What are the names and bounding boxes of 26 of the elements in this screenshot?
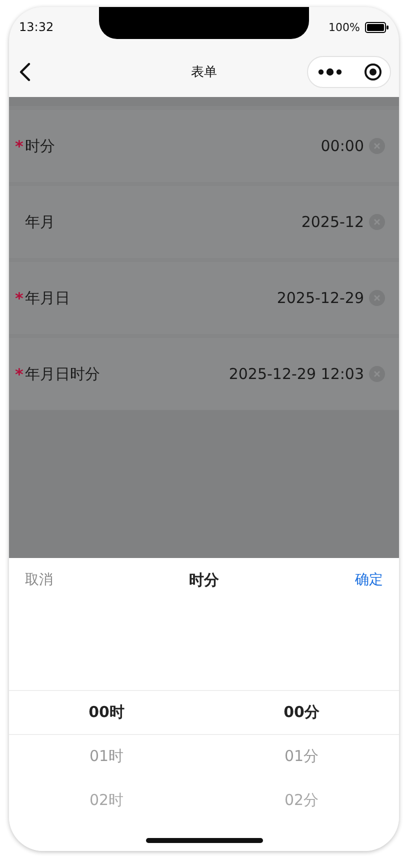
picker-option[interactable]: 00分: [204, 690, 399, 734]
form-row[interactable]: *年月日时分 2025-12-29 12:03: [9, 334, 399, 410]
close-icon[interactable]: [364, 63, 382, 81]
field-label: *年月日: [15, 288, 70, 308]
more-icon[interactable]: [318, 68, 342, 76]
form-row[interactable]: *时分 00:00: [9, 106, 399, 182]
field-label: *时分: [15, 136, 55, 156]
status-time: 13:32: [19, 20, 54, 34]
picker-option[interactable]: 01时: [9, 734, 204, 778]
battery-percent: 100%: [328, 20, 360, 34]
picker-option[interactable]: 01分: [204, 734, 399, 778]
battery-icon: [365, 22, 389, 32]
field-value: 2025-12-29: [276, 289, 364, 307]
field-label: 年月: [24, 212, 55, 232]
field-value: 00:00: [320, 137, 364, 155]
page-title: 表单: [191, 64, 217, 81]
confirm-button[interactable]: 确定: [355, 571, 383, 589]
picker-option[interactable]: 00时: [9, 690, 204, 734]
field-label: *年月日时分: [15, 364, 100, 384]
field-value: 2025-12: [301, 213, 364, 231]
cancel-button[interactable]: 取消: [25, 571, 53, 589]
picker-title: 时分: [189, 570, 219, 590]
field-value: 2025-12-29 12:03: [228, 365, 364, 383]
form-row[interactable]: 年月 2025-12: [9, 182, 399, 258]
form-row[interactable]: *年月日 2025-12-29: [9, 258, 399, 334]
back-icon[interactable]: [19, 62, 31, 82]
